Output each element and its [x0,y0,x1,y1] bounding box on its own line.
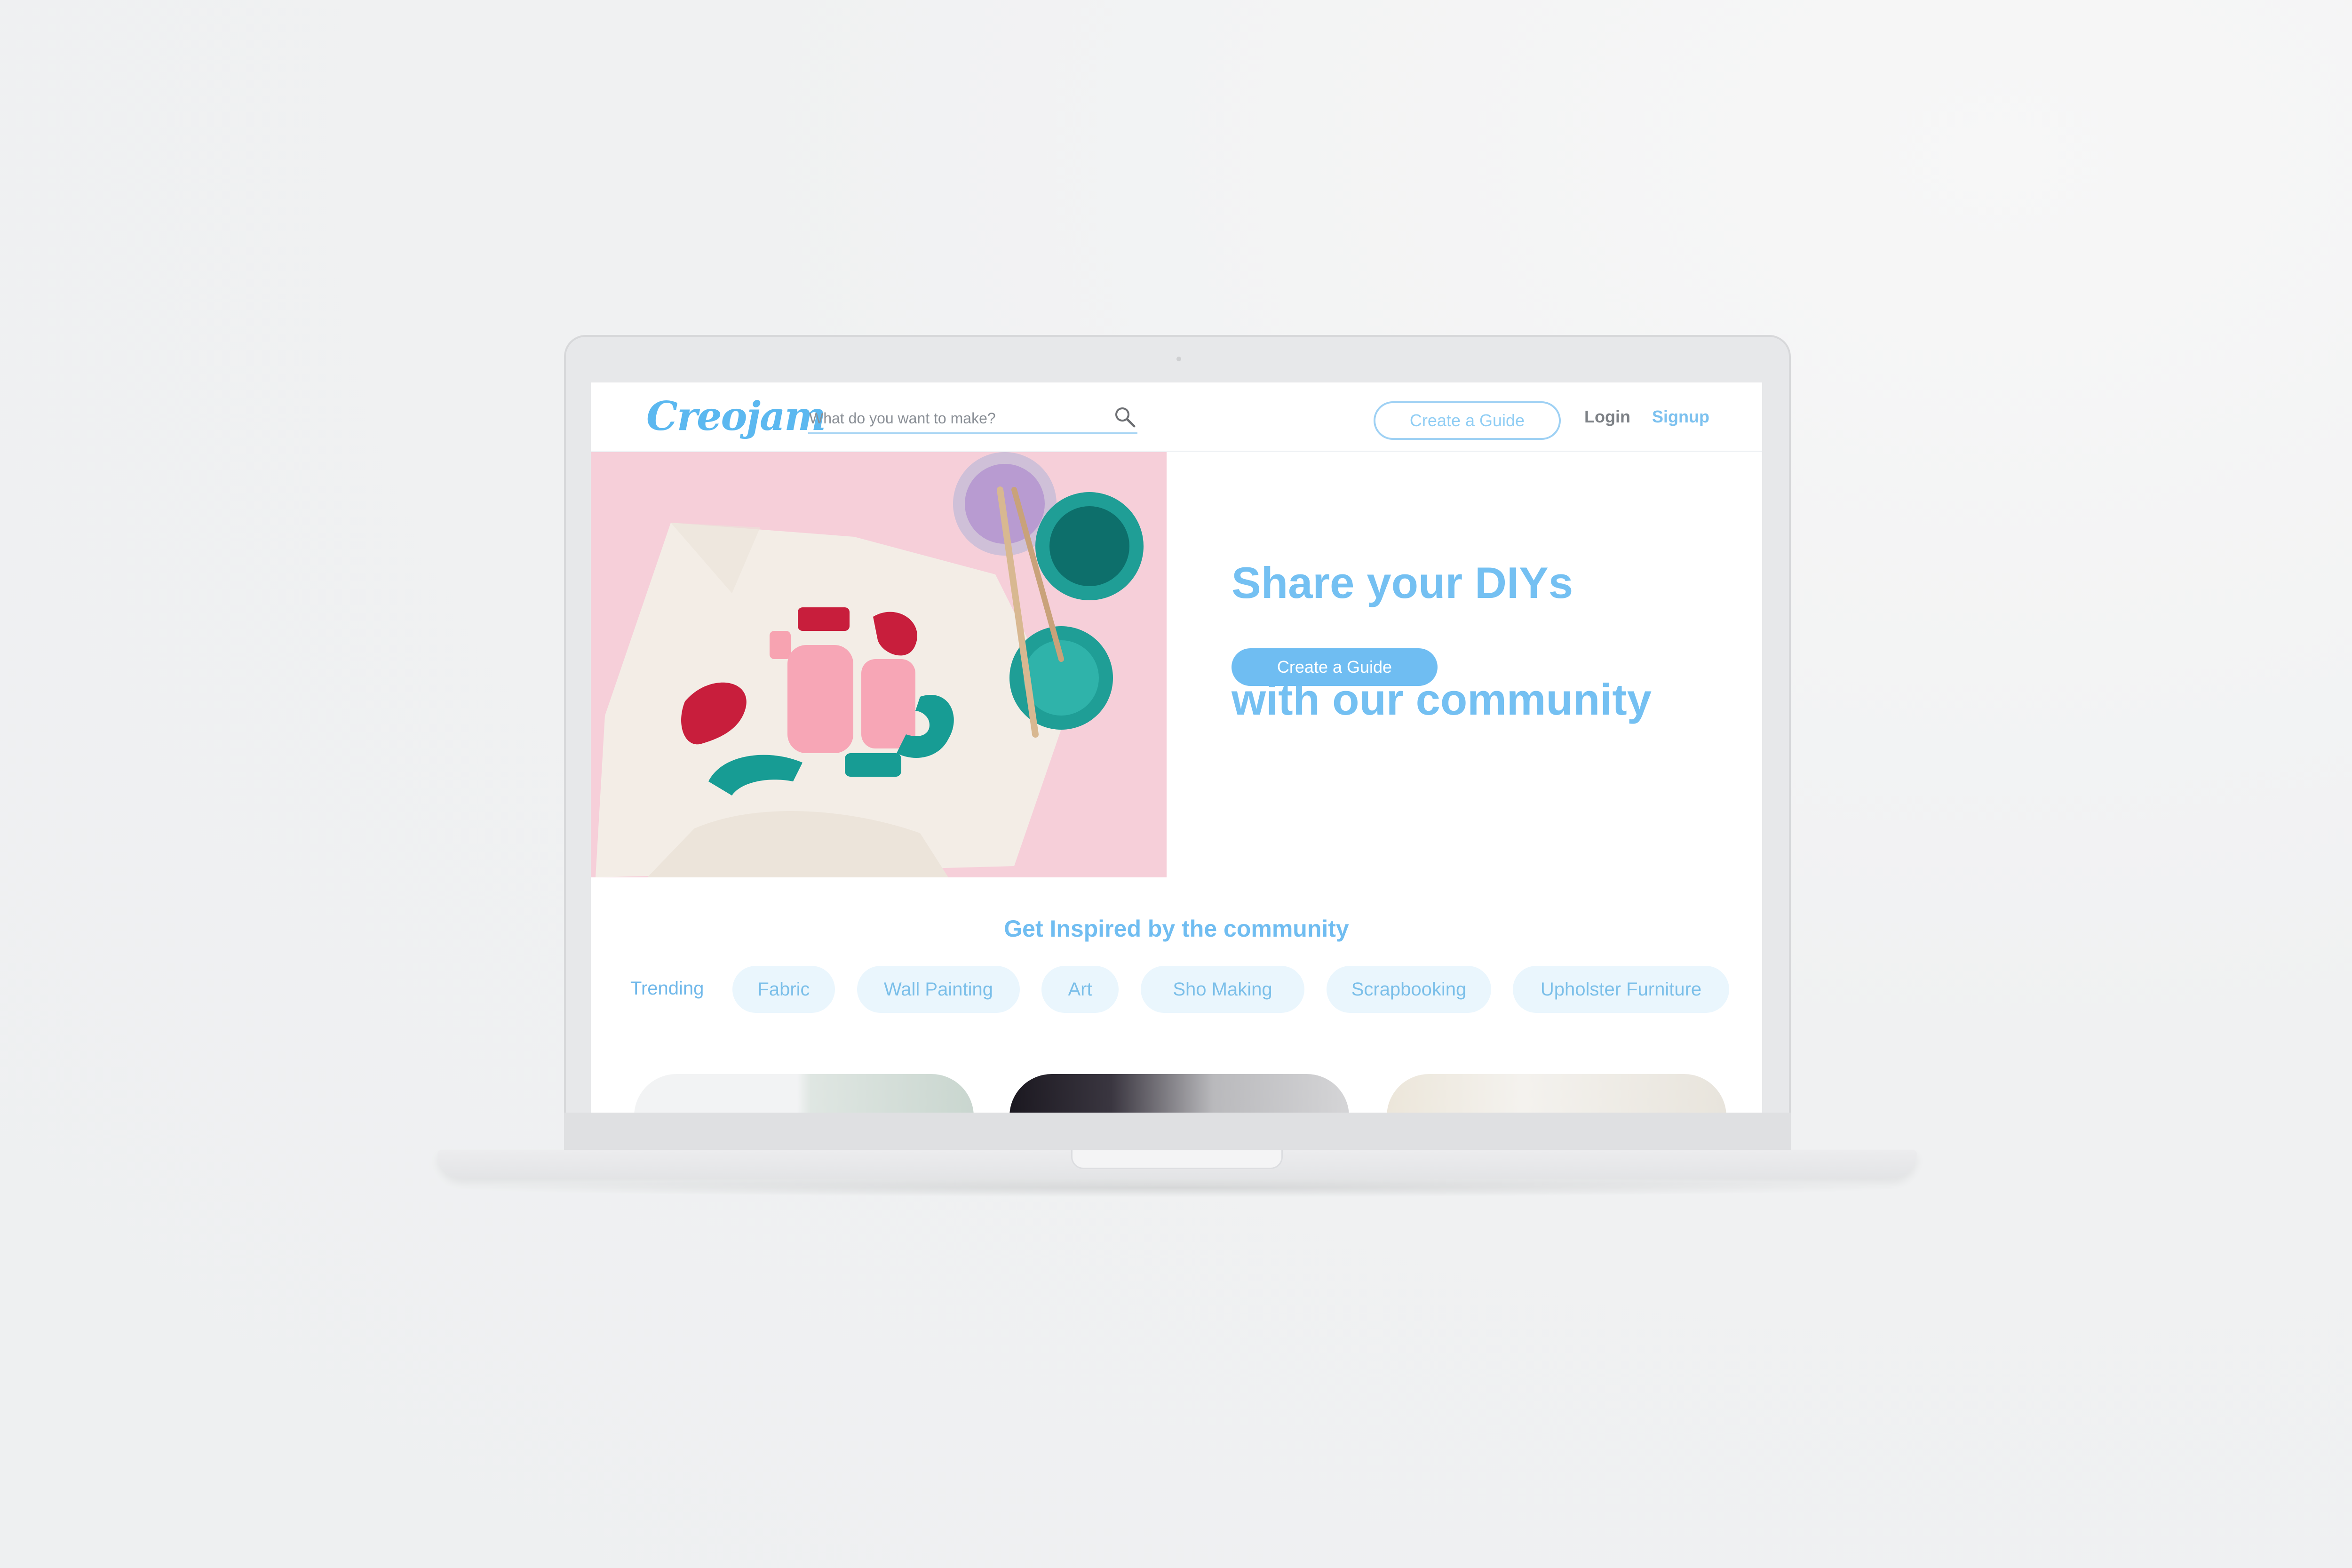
guide-card[interactable] [634,1074,974,1113]
laptop-chin [564,1113,1791,1150]
create-guide-nav-button[interactable]: Create a Guide [1374,401,1561,440]
signup-link[interactable]: Signup [1652,407,1709,427]
tag-scrapbooking[interactable]: Scrapbooking [1327,966,1491,1013]
guide-card[interactable] [1387,1074,1726,1113]
tag-art[interactable]: Art [1041,966,1119,1013]
tag-upholster-furniture[interactable]: Upholster Furniture [1513,966,1729,1013]
login-link[interactable]: Login [1584,407,1630,427]
search-input[interactable] [808,406,1092,430]
hero-image [591,452,1167,877]
hero-title-line-1: Share your DIYs [1232,558,1573,607]
create-guide-hero-button[interactable]: Create a Guide [1232,648,1438,686]
browser-screen: Creojam Create a Guide Login Signup [591,382,1762,1113]
laptop-base [437,1150,1917,1178]
camera-dot [1176,357,1181,361]
guide-cards [591,1074,1762,1113]
tag-fabric[interactable]: Fabric [732,966,835,1013]
hero-title: Share your DIYs with our community [1232,495,1749,787]
search-bar [808,401,1137,434]
logo[interactable]: Creojam [646,393,826,439]
tag-sho-making[interactable]: Sho Making [1141,966,1304,1013]
laptop-shadow [437,1178,1917,1197]
guide-card[interactable] [1009,1074,1349,1113]
laptop-notch [1071,1150,1283,1169]
tag-wall-painting[interactable]: Wall Painting [857,966,1020,1013]
top-navigation: Creojam Create a Guide Login Signup [591,382,1762,452]
trending-label: Trending [630,978,704,999]
inspire-section-title: Get Inspired by the community [1004,915,1349,942]
search-icon[interactable] [1113,405,1137,430]
